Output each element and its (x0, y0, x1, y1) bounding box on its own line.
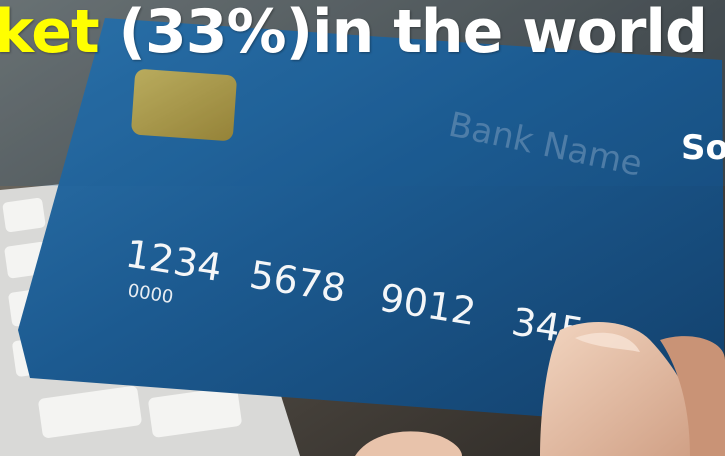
headline: ket (33%)in the world (0, 0, 708, 70)
headline-rest: (33%)in the world (98, 0, 708, 67)
headline-highlight: ket (0, 0, 100, 67)
source-label: So (681, 128, 725, 168)
photo-scene: Bank Name 1234 5678 9012 345 0000 ket (3… (0, 0, 725, 456)
